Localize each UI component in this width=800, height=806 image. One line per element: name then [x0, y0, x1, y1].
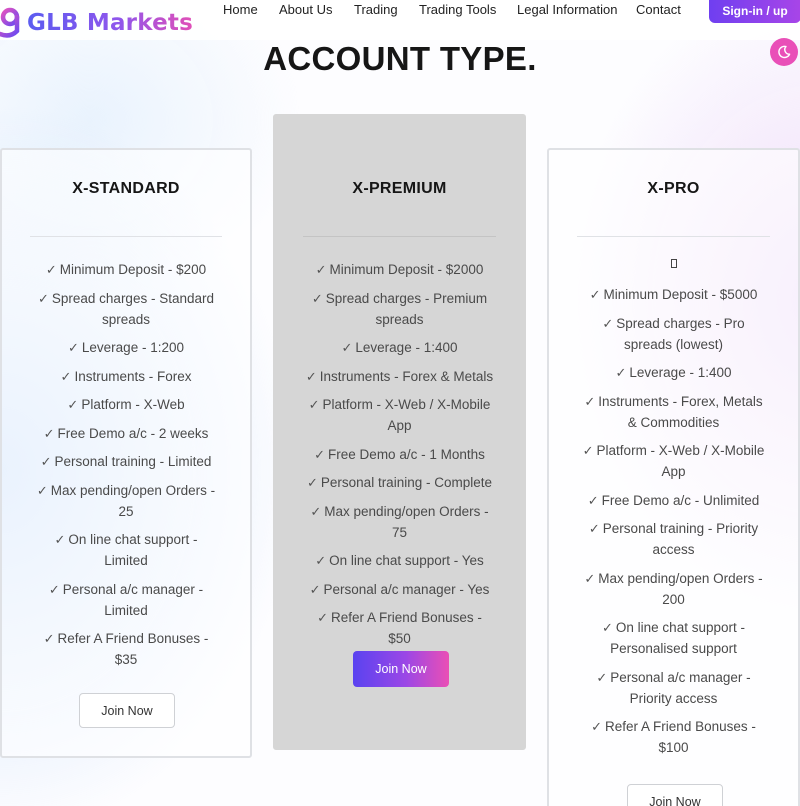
- page-title: ACCOUNT TYPE.: [263, 40, 537, 77]
- join-now-button[interactable]: Join Now: [353, 651, 449, 687]
- nav-link-about-us[interactable]: About Us: [279, 2, 332, 17]
- feature-item: ✓ Personal training - Complete: [307, 475, 492, 490]
- feature-list: ✓ Minimum Deposit - $200 ✓ Spread charges …: [2, 259, 250, 678]
- check-icon: ✓: [311, 290, 323, 306]
- check-icon: ✓: [309, 581, 321, 597]
- feature-item: ✓ Instruments - Forex & Metals: [305, 368, 494, 384]
- feature-item: ✓ On line chat support - Personalised sup…: [602, 620, 745, 656]
- feature-item: ✓ On line chat support - Yes: [315, 553, 484, 568]
- check-icon: ✓: [48, 581, 60, 597]
- feature-list: ✓ Minimum Deposit - $2000 ✓ Spread charges…: [275, 259, 524, 657]
- feature-item: ✓ Instruments - Forex, Metals & Commoditi…: [584, 393, 763, 430]
- check-icon: ✓: [587, 492, 599, 508]
- check-icon: ✓: [591, 719, 603, 734]
- check-icon: ✓: [602, 315, 614, 331]
- feature-item: ✓ Max pending/open Orders - 75: [310, 503, 489, 540]
- feature-item: ✓ Leverage - 1:400: [341, 340, 458, 355]
- plan-title: X-PREMIUM: [352, 180, 447, 197]
- check-icon: ✓: [584, 393, 596, 409]
- feature-item: ✓ Personal training - Priority access: [588, 521, 759, 557]
- feature-item: ✓ Personal a/c manager - Priority access: [596, 669, 751, 706]
- check-icon: ✓: [582, 443, 594, 458]
- feature-item: ✓ Free Demo a/c - 1 Months: [314, 446, 485, 462]
- feature-list: ✓ Minimum Deposit - $5000 ✓ Spread charges…: [549, 259, 798, 766]
- card-divider: [303, 236, 496, 237]
- nav-link-trading-tools[interactable]: Trading Tools: [419, 2, 496, 17]
- feature-item: ✓ Minimum Deposit - $2000: [315, 262, 484, 277]
- feature-item: ✓ Personal a/c manager - Limited: [48, 581, 204, 618]
- card-divider: [30, 236, 222, 237]
- plan-card-x-premium: X-PREMIUM ✓ Minimum Deposit - $2000 ✓ Spre…: [273, 114, 526, 750]
- check-icon: ✓: [36, 482, 48, 498]
- check-icon: ✓: [317, 610, 329, 625]
- check-icon: ✓: [588, 521, 600, 536]
- placeholder-icon: [549, 259, 798, 272]
- feature-item: ✓ Platform - X-Web: [67, 397, 185, 412]
- feature-item: ✓ Leverage - 1:400: [615, 365, 732, 380]
- nav-link-contact[interactable]: Contact: [636, 2, 681, 17]
- feature-item: ✓ Spread charges - Standard spreads: [37, 290, 214, 327]
- check-icon: ✓: [589, 287, 601, 302]
- feature-item: ✓ Free Demo a/c - 2 weeks: [43, 425, 209, 441]
- main-nav: Home About Us Trading Trading Tools Lega…: [0, 2, 800, 22]
- check-icon: ✓: [308, 397, 320, 412]
- plan-title: X-PRO: [647, 180, 700, 197]
- join-now-button[interactable]: Join Now: [79, 693, 175, 728]
- header: GLB Markets Home About Us Trading Tradin…: [0, 0, 800, 40]
- check-icon: ✓: [54, 532, 66, 547]
- check-icon: ✓: [315, 553, 327, 568]
- feature-item: ✓ Max pending/open Orders - 200: [584, 570, 763, 607]
- check-icon: ✓: [40, 454, 52, 469]
- check-icon: ✓: [341, 340, 353, 355]
- feature-item: ✓ Minimum Deposit - $5000: [589, 287, 758, 302]
- check-icon: ✓: [314, 446, 326, 462]
- nav-link-home[interactable]: Home: [223, 2, 258, 17]
- check-icon: ✓: [43, 631, 55, 646]
- feature-item: ✓ Platform - X-Web / X-Mobile App: [308, 397, 491, 433]
- card-divider: [577, 236, 770, 237]
- check-icon: ✓: [60, 368, 72, 384]
- feature-item: ✓ Personal training - Limited: [40, 454, 212, 469]
- feature-item: ✓ Max pending/open Orders - 25: [36, 482, 216, 519]
- feature-item: ✓ Spread charges - Premium spreads: [311, 290, 488, 327]
- check-icon: ✓: [37, 290, 49, 306]
- check-icon: ✓: [67, 397, 79, 412]
- feature-item: ✓ Spread charges - Pro spreads (lowest): [602, 315, 745, 352]
- check-icon: ✓: [310, 503, 322, 519]
- feature-item: ✓ Platform - X-Web / X-Mobile App: [582, 443, 765, 479]
- signin-button[interactable]: Sign-in / up: [709, 0, 800, 23]
- check-icon: ✓: [68, 340, 79, 355]
- check-icon: ✓: [615, 365, 627, 380]
- check-icon: ✓: [307, 475, 318, 490]
- nav-link-legal-information[interactable]: Legal Information: [517, 2, 617, 17]
- feature-item: ✓ Refer A Friend Bonuses - $35: [43, 631, 209, 667]
- join-now-button[interactable]: Join Now: [627, 784, 723, 806]
- plan-title: X-STANDARD: [72, 180, 180, 197]
- feature-item: ✓ Personal a/c manager - Yes: [309, 581, 490, 597]
- feature-item: ✓ Minimum Deposit - $200: [45, 262, 207, 277]
- check-icon: ✓: [602, 620, 613, 635]
- feature-item: ✓ On line chat support - Limited: [54, 532, 198, 568]
- check-icon: ✓: [596, 669, 608, 685]
- feature-item: ✓ Free Demo a/c - Unlimited: [587, 492, 760, 508]
- feature-item: ✓ Refer A Friend Bonuses - $100: [591, 719, 756, 755]
- check-icon: ✓: [315, 262, 327, 277]
- check-icon: ✓: [305, 368, 317, 384]
- check-icon: ✓: [584, 570, 596, 586]
- feature-item: ✓ Leverage - 1:200: [68, 340, 184, 355]
- plan-card-x-standard: X-STANDARD ✓ Minimum Deposit - $200 ✓ Spre…: [0, 148, 252, 758]
- feature-item: ✓ Instruments - Forex: [60, 368, 192, 384]
- check-icon: ✓: [45, 262, 57, 277]
- nav-link-trading[interactable]: Trading: [354, 2, 398, 17]
- feature-item: ✓ Refer A Friend Bonuses - $50: [317, 610, 482, 646]
- check-icon: ✓: [43, 425, 55, 441]
- plan-card-x-pro: X-PRO ✓ Minimum Deposit - $5000 ✓ Spread c…: [547, 148, 800, 806]
